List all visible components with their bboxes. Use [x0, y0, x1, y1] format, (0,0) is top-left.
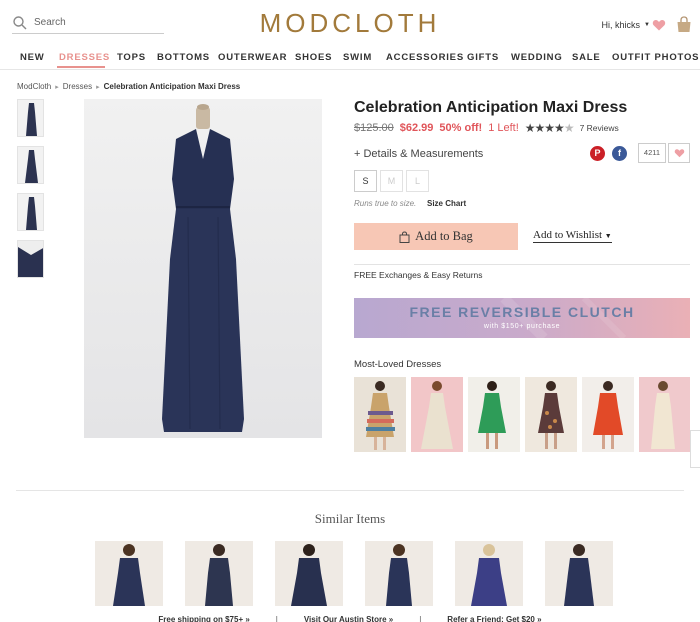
- facebook-icon[interactable]: f: [612, 146, 627, 161]
- main-nav: NEW DRESSES TOPS BOTTOMS OUTERWEAR SHOES…: [0, 46, 700, 70]
- nav-item-swim[interactable]: SWIM: [343, 52, 372, 63]
- wishlist-heart-button[interactable]: [668, 143, 690, 163]
- similar-item[interactable]: [365, 541, 433, 606]
- similar-item[interactable]: [545, 541, 613, 606]
- most-loved-item[interactable]: [468, 377, 520, 452]
- footer-link-refer-friend[interactable]: Refer a Friend: Get $20 »: [447, 613, 541, 622]
- site-header: MODCLOTH Hi, khicks ▼: [0, 0, 700, 46]
- discount-badge: 50% off!: [439, 122, 483, 134]
- nav-item-bottoms[interactable]: BOTTOMS: [157, 52, 210, 63]
- nav-item-gifts[interactable]: GIFTS: [467, 52, 499, 63]
- footer-separator: |: [275, 615, 278, 622]
- thumbnail-side[interactable]: [17, 146, 44, 184]
- stock-status: 1 Left!: [488, 122, 519, 134]
- account-menu[interactable]: Hi, khicks ▼: [602, 20, 650, 30]
- breadcrumb: ModCloth ▸ Dresses ▸ Celebration Anticip…: [17, 82, 240, 91]
- nav-item-tops[interactable]: TOPS: [117, 52, 146, 63]
- fit-note: Runs true to size.: [354, 199, 417, 208]
- size-option-m: M: [380, 170, 403, 192]
- nav-item-shoes[interactable]: SHOES: [295, 52, 332, 63]
- nav-item-wedding[interactable]: WEDDING: [511, 52, 563, 63]
- most-loved-item[interactable]: [639, 377, 690, 452]
- size-chart-link[interactable]: Size Chart: [427, 199, 466, 208]
- nav-item-new[interactable]: NEW: [20, 52, 45, 63]
- nav-item-dresses[interactable]: DRESSES: [59, 52, 110, 63]
- similar-items-heading: Similar Items: [314, 511, 386, 526]
- product-title: Celebration Anticipation Maxi Dress: [354, 99, 628, 116]
- heart-icon[interactable]: [652, 18, 666, 32]
- site-logo[interactable]: MODCLOTH: [230, 8, 470, 39]
- nav-item-accessories[interactable]: ACCESSORIES: [386, 52, 464, 63]
- thumbnail-detail[interactable]: [17, 240, 44, 278]
- side-scroll-tab[interactable]: [690, 430, 700, 468]
- add-to-bag-button[interactable]: Add to Bag: [354, 223, 518, 250]
- add-to-wishlist-label: Add to Wishlist: [533, 229, 603, 241]
- promo-title: FREE REVERSIBLE CLUTCH: [409, 304, 635, 320]
- add-to-wishlist-dropdown[interactable]: Add to Wishlist ▼: [533, 229, 612, 243]
- bag-icon[interactable]: [676, 16, 692, 33]
- similar-item[interactable]: [275, 541, 343, 606]
- nav-item-sale[interactable]: SALE: [572, 52, 601, 63]
- pinterest-icon[interactable]: P: [590, 146, 605, 161]
- divider: [354, 264, 690, 265]
- nav-item-outfit-photos[interactable]: OUTFIT PHOTOS: [612, 52, 699, 63]
- most-loved-item[interactable]: [525, 377, 577, 452]
- search-box[interactable]: [12, 12, 164, 34]
- product-main-image[interactable]: [84, 99, 322, 438]
- price-row: $125.00 $62.99 50% off! 1 Left! ★★★★★ 7 …: [354, 121, 619, 135]
- search-icon: [13, 15, 27, 29]
- breadcrumb-link-dresses[interactable]: Dresses: [63, 82, 92, 91]
- add-to-bag-label: Add to Bag: [415, 229, 473, 243]
- similar-item[interactable]: [455, 541, 523, 606]
- original-price: $125.00: [354, 122, 394, 134]
- similar-item[interactable]: [95, 541, 163, 606]
- footer-link-austin-store[interactable]: Visit Our Austin Store »: [304, 613, 393, 622]
- search-input[interactable]: [34, 17, 154, 28]
- nav-active-indicator: [57, 66, 105, 68]
- size-option-l: L: [406, 170, 429, 192]
- wishlist-count: 4211: [638, 143, 666, 163]
- similar-item[interactable]: [185, 541, 253, 606]
- most-loved-item[interactable]: [582, 377, 634, 452]
- footer-promos: Free shipping on $75+ » | Visit Our Aust…: [0, 613, 700, 622]
- nav-item-outerwear[interactable]: OUTERWEAR: [218, 52, 287, 63]
- size-selector: S M L: [354, 170, 429, 192]
- reviews-link[interactable]: 7 Reviews: [580, 123, 619, 133]
- breadcrumb-separator: ▸: [96, 83, 100, 91]
- size-option-s[interactable]: S: [354, 170, 377, 192]
- account-greeting: Hi, khicks: [601, 20, 641, 30]
- footer-link-free-shipping[interactable]: Free shipping on $75+ »: [158, 613, 249, 622]
- most-loved-item[interactable]: [411, 377, 463, 452]
- heart-icon: [674, 149, 684, 158]
- breadcrumb-link-modcloth[interactable]: ModCloth: [17, 82, 51, 91]
- thumbnail-front[interactable]: [17, 99, 44, 137]
- breadcrumb-current: Celebration Anticipation Maxi Dress: [103, 82, 241, 91]
- free-exchanges-note[interactable]: FREE Exchanges & Easy Returns: [354, 270, 483, 280]
- promo-subtitle: with $150+ purchase: [483, 323, 561, 330]
- chevron-down-icon: ▼: [644, 22, 650, 28]
- most-loved-heading: Most-Loved Dresses: [354, 359, 442, 370]
- details-measurements-toggle[interactable]: + Details & Measurements: [354, 148, 483, 160]
- breadcrumb-separator: ▸: [55, 83, 59, 91]
- section-divider: [16, 490, 684, 491]
- footer-separator: |: [419, 615, 422, 622]
- chevron-down-icon: ▼: [604, 232, 612, 240]
- sale-price: $62.99: [399, 122, 434, 134]
- thumbnail-back[interactable]: [17, 193, 44, 231]
- most-loved-item[interactable]: [354, 377, 406, 452]
- promo-banner[interactable]: FREE REVERSIBLE CLUTCH with $150+ purcha…: [354, 298, 690, 338]
- bag-icon: [399, 230, 410, 243]
- rating-stars[interactable]: ★★★★★: [525, 121, 575, 135]
